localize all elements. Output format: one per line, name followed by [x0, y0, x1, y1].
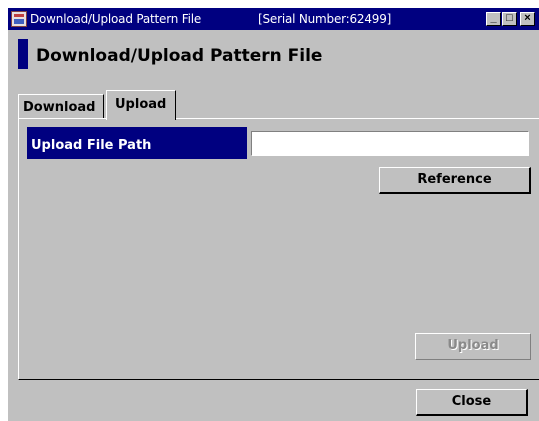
tab-download-label: Download — [23, 100, 96, 115]
maximize-button[interactable]: □ — [502, 12, 517, 26]
upload-file-path-label: Upload File Path — [27, 127, 247, 159]
tab-upload-label: Upload — [115, 97, 167, 112]
close-icon: × — [524, 12, 531, 24]
page-title: Download/Upload Pattern File — [36, 46, 323, 66]
minimize-icon: _ — [490, 12, 497, 24]
serial-number: [Serial Number:62499] — [258, 12, 392, 26]
minimize-button[interactable]: _ — [486, 12, 501, 26]
upload-button[interactable]: Upload — [415, 333, 531, 360]
tab-download[interactable]: Download — [18, 94, 104, 120]
upload-panel: Upload File Path Reference Upload — [18, 118, 539, 380]
close-button[interactable]: Close — [416, 389, 528, 416]
tab-upload[interactable]: Upload — [106, 90, 176, 120]
close-window-button[interactable]: × — [520, 12, 535, 26]
maximize-icon: □ — [506, 12, 513, 24]
upload-file-path-input[interactable] — [251, 131, 529, 156]
app-icon[interactable] — [11, 11, 27, 27]
header-accent-bar — [18, 39, 28, 69]
reference-button[interactable]: Reference — [379, 167, 531, 194]
dialog-window: Download/Upload Pattern File [Serial Num… — [8, 8, 539, 421]
title-bar[interactable]: Download/Upload Pattern File [Serial Num… — [8, 8, 539, 30]
window-title: Download/Upload Pattern File — [30, 12, 202, 26]
